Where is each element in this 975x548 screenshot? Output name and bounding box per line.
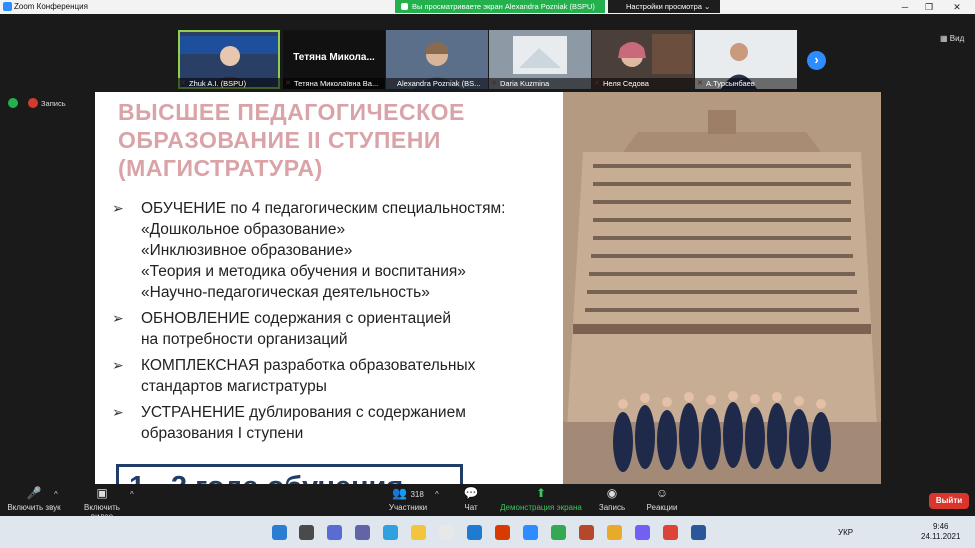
edge-icon[interactable] [383, 525, 398, 540]
clock[interactable]: 9:46 24.11.2021 [921, 522, 960, 542]
mail-icon[interactable] [467, 525, 482, 540]
clock-date: 24.11.2021 [921, 532, 961, 541]
slide-bullet-list: ➢ ОБУЧЕНИЕ по 4 педагогическим специально… [112, 198, 567, 449]
recording-icon [28, 98, 38, 108]
participant-tile[interactable]: ✕ Zhuk A.I. (BSPU) [178, 30, 280, 89]
slide-bullet: ➢ УСТРАНЕНИЕ дублирования с содержанием об… [112, 402, 567, 444]
view-settings-label: Настройки просмотра [626, 2, 702, 11]
viber-icon[interactable] [635, 525, 650, 540]
share-banner-text: Вы просматриваете экран Alexandra Poznia… [412, 2, 595, 11]
slide-bullet-line: стандартов магистратуры [141, 378, 327, 395]
minimize-button[interactable]: ─ [893, 0, 917, 14]
shared-slide: ВЫСШЕЕ ПЕДАГОГИЧЕСКОЕ ОБРАЗОВАНИЕ II СТУ… [95, 92, 881, 497]
share-screen-label: Демонстрация экрана [500, 503, 582, 512]
slide-bullet: ➢ КОМПЛЕКСНАЯ разработка образовательных с… [112, 355, 567, 397]
window-title: Zoom Конференция [14, 2, 88, 11]
share-screen-button[interactable]: ⬆ Демонстрация экрана [500, 486, 582, 512]
start-icon[interactable] [272, 525, 287, 540]
keyboard-language[interactable]: УКР [838, 528, 853, 537]
slide-bullet-line: «Теория и методика обучения и воспитания… [141, 263, 466, 280]
view-settings-button[interactable]: Настройки просмотра ⌄ [608, 0, 720, 13]
participant-name: Daria Kuzmina [489, 78, 591, 89]
participant-name: Alexandra Pozniak (BS... [386, 78, 488, 89]
participants-chevron-icon[interactable]: ^ [435, 490, 439, 499]
file-explorer-icon[interactable] [411, 525, 426, 540]
participant-name: Тетяна Миколаївна Ва... [283, 78, 385, 89]
share-screen-icon: ⬆ [535, 486, 547, 500]
leave-button[interactable]: Выйти [929, 493, 969, 509]
reactions-button[interactable]: ☺ Реакции [644, 486, 680, 512]
reactions-label: Реакции [646, 503, 678, 512]
record-label: Запись [598, 503, 626, 512]
chevron-down-icon: ⌄ [704, 2, 711, 11]
participants-button[interactable]: 👥 318 Участники [384, 486, 432, 512]
yandex-icon[interactable] [607, 525, 622, 540]
chat-label: Чат [464, 503, 478, 512]
restore-button[interactable]: ❐ [917, 0, 941, 14]
participant-tile[interactable]: ✕ Неля Седова [592, 30, 694, 89]
share-banner: Вы просматриваете экран Alexandra Poznia… [395, 0, 605, 13]
participant-big-name: Тетяна Микола... [293, 52, 375, 63]
university-photo [563, 92, 881, 497]
video-options-chevron-icon[interactable]: ^ [130, 490, 134, 499]
zoom-taskbar-icon[interactable] [523, 525, 538, 540]
slide-bullet-line: «Инклюзивное образование» [141, 242, 353, 259]
bullet-arrow-icon: ➢ [112, 404, 124, 420]
search-icon[interactable] [299, 525, 314, 540]
slide-bullet-line: КОМПЛЕКСНАЯ разработка образовательных [141, 357, 476, 374]
meeting-area: ✕ Zhuk A.I. (BSPU) Тетяна Микола... ✕ Те… [0, 14, 975, 497]
windows-taskbar: УКР 9:46 24.11.2021 [0, 516, 975, 548]
participant-tile[interactable]: ✕ А.Турсынбаев [695, 30, 797, 89]
clock-time: 9:46 [932, 522, 949, 531]
slide-bullet-line: на потребности организаций [141, 331, 348, 348]
grid-icon: ▦ [940, 34, 948, 43]
task-view-icon[interactable] [327, 525, 342, 540]
view-button[interactable]: ▦ Вид [940, 34, 964, 43]
bullet-arrow-icon: ➢ [112, 357, 124, 373]
chrome-icon[interactable] [551, 525, 566, 540]
next-page-button[interactable]: › [807, 51, 826, 70]
close-button[interactable]: ✕ [945, 0, 969, 14]
chrome-profile-icon[interactable] [663, 525, 678, 540]
store-icon[interactable] [439, 525, 454, 540]
participant-name: Неля Седова [592, 78, 694, 89]
slide-bullet: ➢ ОБУЧЕНИЕ по 4 педагогическим специально… [112, 198, 567, 303]
meeting-toolbar: 🎤 Включить звук ^ ▣ Включить видео ^ 👥 3… [0, 484, 975, 521]
participant-tile[interactable]: Тетяна Микола... ✕ Тетяна Миколаївна Ва.… [283, 30, 385, 89]
participants-icon: 👥 318 [392, 486, 424, 500]
audio-options-chevron-icon[interactable]: ^ [54, 490, 58, 499]
bullet-arrow-icon: ➢ [112, 310, 124, 326]
participants-label: Участники [388, 503, 428, 512]
zoom-icon [3, 2, 12, 11]
participant-tile[interactable]: ✕ Alexandra Pozniak (BS... [386, 30, 488, 89]
slide-bullet-line: УСТРАНЕНИЕ дублирования с содержанием [141, 404, 466, 421]
unmute-label: Включить звук [7, 503, 61, 512]
bullet-arrow-icon: ➢ [112, 200, 124, 216]
slide-bullet-line: «Научно-педагогическая деятельность» [141, 284, 430, 301]
participant-name: Zhuk A.I. (BSPU) [178, 78, 280, 89]
slide-title: ВЫСШЕЕ ПЕДАГОГИЧЕСКОЕ ОБРАЗОВАНИЕ II СТУ… [118, 99, 465, 181]
slide-bullet-line: ОБУЧЕНИЕ по 4 педагогическим специальнос… [141, 200, 506, 217]
office-icon[interactable] [495, 525, 510, 540]
video-off-icon: ▣ [96, 486, 108, 500]
powerpoint-icon[interactable] [579, 525, 594, 540]
chat-button[interactable]: 💬 Чат [456, 486, 486, 512]
slide-bullet-line: образования I ступени [141, 425, 304, 442]
slide-bullet-line: ОБНОВЛЕНИЕ содержания с ориентацией [141, 310, 452, 327]
smile-icon: ☺ [655, 486, 669, 500]
record-icon: ◉ [606, 486, 618, 500]
security-shield-icon[interactable] [8, 98, 18, 108]
view-label: Вид [949, 34, 965, 43]
participant-name: А.Турсынбаев [695, 78, 797, 89]
participant-tile[interactable]: ✕ Daria Kuzmina [489, 30, 591, 89]
recording-label: Запись [41, 99, 66, 108]
word-icon[interactable] [691, 525, 706, 540]
slide-bullet: ➢ ОБНОВЛЕНИЕ содержания с ориентацией на п… [112, 308, 567, 350]
chat-icon: 💬 [463, 486, 479, 500]
record-button[interactable]: ◉ Запись [596, 486, 628, 512]
shield-icon [401, 3, 408, 10]
slide-bullet-line: «Дошкольное образование» [141, 221, 346, 238]
participants-count: 318 [410, 490, 424, 499]
teams-icon[interactable] [355, 525, 370, 540]
